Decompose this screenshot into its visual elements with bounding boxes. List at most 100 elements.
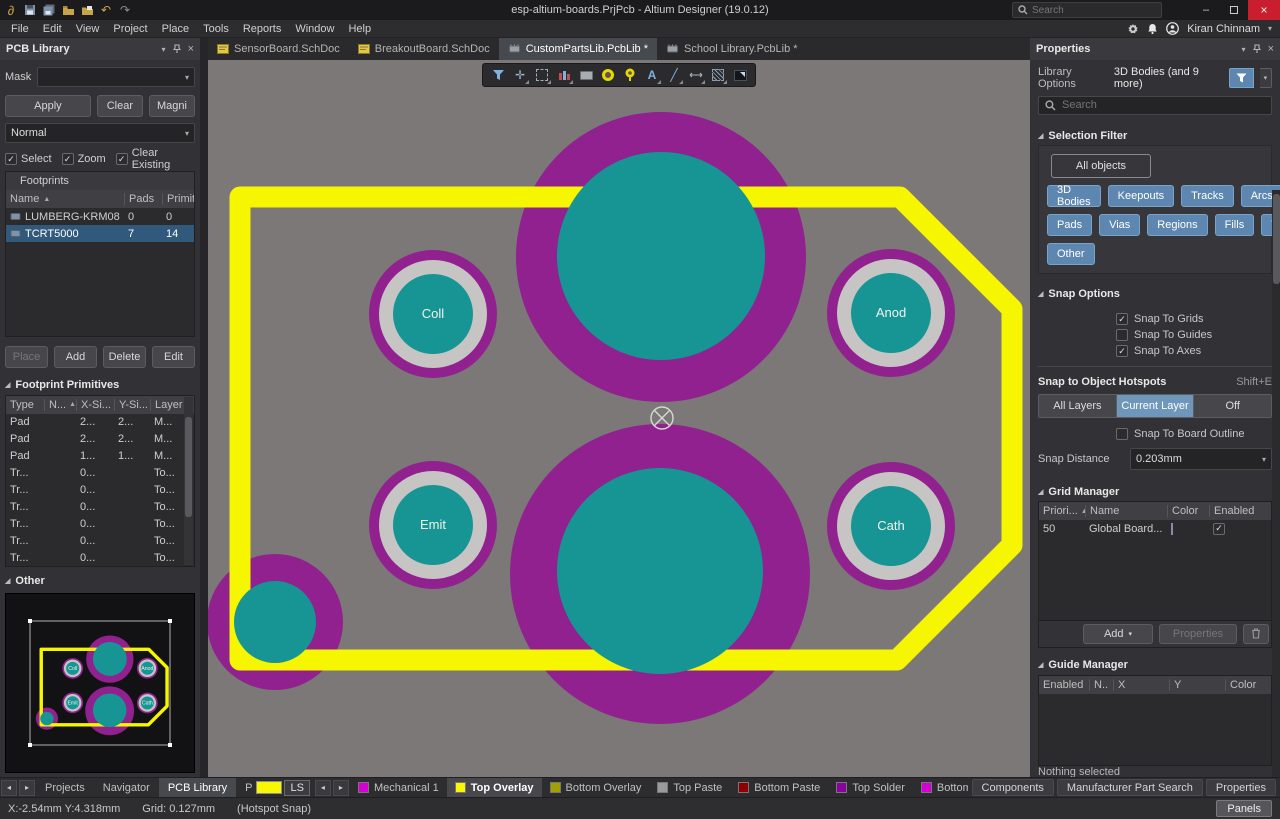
pad-cath[interactable]: Cath bbox=[837, 472, 945, 580]
guide-manager-section-header[interactable]: ◢ Guide Manager bbox=[1038, 656, 1272, 675]
filter-funnel-button[interactable] bbox=[1229, 68, 1253, 88]
grid-add-button[interactable]: Add▾ bbox=[1083, 624, 1153, 644]
guide-manager-header[interactable]: Enabled N.. X Y Color bbox=[1039, 676, 1271, 694]
mask-dropdown[interactable]: ▾ bbox=[37, 67, 195, 87]
user-name[interactable]: Kiran Chinnam bbox=[1187, 23, 1260, 35]
layer-mechanical-1[interactable]: Mechanical 1 bbox=[350, 778, 447, 798]
grid-color-swatch[interactable] bbox=[1171, 523, 1173, 535]
layer-top-solder[interactable]: Top Solder bbox=[828, 778, 913, 798]
panel-pin-icon[interactable] bbox=[1253, 44, 1261, 54]
menu-place[interactable]: Place bbox=[155, 20, 197, 38]
clear-existing-checkbox[interactable]: ✓ bbox=[116, 153, 128, 165]
panel-pin-icon[interactable] bbox=[173, 44, 181, 54]
open-folder-icon[interactable] bbox=[61, 3, 75, 17]
minimize-button[interactable]: – bbox=[1192, 0, 1220, 20]
menu-file[interactable]: File bbox=[4, 20, 36, 38]
panel-tab-truncated[interactable]: P bbox=[236, 778, 254, 798]
panel-tab-components[interactable]: Components bbox=[972, 779, 1054, 796]
snap-options-section-header[interactable]: ◢ Snap Options bbox=[1038, 284, 1272, 303]
footprint-primitives-section-header[interactable]: ◢ Footprint Primitives bbox=[5, 375, 195, 395]
user-menu-chevron-icon[interactable]: ▾ bbox=[1268, 24, 1272, 33]
menu-edit[interactable]: Edit bbox=[36, 20, 69, 38]
zoom-checkbox[interactable]: ✓ bbox=[62, 153, 74, 165]
grid-delete-button[interactable] bbox=[1243, 624, 1269, 644]
filter-chip-regions[interactable]: Regions bbox=[1147, 214, 1207, 236]
panel-tab-pcb-library[interactable]: PCB Library bbox=[159, 778, 236, 798]
filter-chip-tracks[interactable]: Tracks bbox=[1181, 185, 1234, 207]
via-tool-icon[interactable] bbox=[621, 66, 639, 84]
magnify-button[interactable]: Magni bbox=[149, 95, 195, 117]
grid-row-global-board[interactable]: 50 Global Board... ✓ bbox=[1039, 520, 1271, 537]
scrollbar-thumb[interactable] bbox=[185, 417, 192, 517]
all-objects-button[interactable]: All objects bbox=[1051, 154, 1151, 178]
filter-chip-3d-bodies[interactable]: 3D Bodies bbox=[1047, 185, 1101, 207]
filter-chip-vias[interactable]: Vias bbox=[1099, 214, 1140, 236]
primitives-table-header[interactable]: Type N...▲ X-Si... Y-Si... Layer bbox=[6, 396, 194, 414]
undo-icon[interactable]: ↶ bbox=[99, 3, 113, 17]
user-avatar-icon[interactable] bbox=[1166, 22, 1179, 35]
layers-right-arrow[interactable]: ▸ bbox=[333, 780, 349, 796]
layer-bottom-solder[interactable]: Bottom Solder bbox=[913, 778, 968, 798]
layer-top-paste[interactable]: Top Paste bbox=[649, 778, 730, 798]
menu-reports[interactable]: Reports bbox=[236, 20, 289, 38]
menu-view[interactable]: View bbox=[69, 20, 107, 38]
align-tool-icon[interactable] bbox=[555, 66, 573, 84]
footprints-table-header[interactable]: Name▲ Pads Primiti... bbox=[6, 190, 194, 208]
area-select-icon[interactable] bbox=[533, 66, 551, 84]
segment-current-layer[interactable]: Current Layer bbox=[1116, 395, 1194, 417]
filter-dropdown-button[interactable]: ▾ bbox=[1260, 68, 1272, 88]
select-checkbox[interactable]: ✓ bbox=[5, 153, 17, 165]
snap-distance-dropdown[interactable]: 0.203mm▾ bbox=[1130, 448, 1272, 470]
edit-button[interactable]: Edit bbox=[152, 346, 195, 368]
pcb-editor-canvas[interactable]: Coll Anod Emit Cath bbox=[208, 60, 1030, 777]
save-icon[interactable] bbox=[23, 3, 37, 17]
primitive-row[interactable]: Pad2...2...M... bbox=[6, 414, 194, 431]
board-shape-icon[interactable] bbox=[731, 66, 749, 84]
snap-to-axes-checkbox[interactable]: ✓ bbox=[1116, 345, 1128, 357]
panel-splitter[interactable] bbox=[200, 38, 208, 60]
layer-bottom-overlay[interactable]: Bottom Overlay bbox=[542, 778, 650, 798]
global-search-input[interactable] bbox=[1032, 5, 1142, 16]
tab-school-library-pcblib[interactable]: School Library.PcbLib * bbox=[657, 38, 807, 60]
clear-button[interactable]: Clear bbox=[97, 95, 143, 117]
primitive-row[interactable]: Tr...0...To... bbox=[6, 465, 194, 482]
grid-manager-header[interactable]: Priori...▲ Name Color Enabled bbox=[1039, 502, 1271, 520]
notifications-bell-icon[interactable] bbox=[1147, 23, 1158, 35]
vertical-splitter[interactable] bbox=[200, 60, 208, 777]
panel-close-icon[interactable]: × bbox=[188, 43, 194, 55]
filter-chip-other[interactable]: Other bbox=[1047, 243, 1095, 265]
filter-chip-keepouts[interactable]: Keepouts bbox=[1108, 185, 1174, 207]
grid-enabled-checkbox[interactable]: ✓ bbox=[1213, 523, 1225, 535]
footprint-row-lumberg[interactable]: LUMBERG-KRM08 0 0 bbox=[6, 208, 194, 225]
dimension-tool-icon[interactable] bbox=[687, 66, 705, 84]
filter-chip-pads[interactable]: Pads bbox=[1047, 214, 1092, 236]
string-tool-icon[interactable]: A bbox=[643, 66, 661, 84]
active-layer-swatch[interactable] bbox=[256, 781, 282, 794]
pad-tool-icon[interactable] bbox=[599, 66, 617, 84]
primitive-row[interactable]: Tr...0...To... bbox=[6, 482, 194, 499]
snap-to-guides-checkbox[interactable] bbox=[1116, 329, 1128, 341]
add-button[interactable]: Add bbox=[54, 346, 97, 368]
segment-off[interactable]: Off bbox=[1193, 395, 1271, 417]
mode-dropdown[interactable]: Normal▾ bbox=[5, 123, 195, 143]
properties-scrollbar[interactable] bbox=[1272, 190, 1280, 777]
apply-button[interactable]: Apply bbox=[5, 95, 91, 117]
selection-filter-icon[interactable] bbox=[489, 66, 507, 84]
snap-to-board-outline-checkbox[interactable] bbox=[1116, 428, 1128, 440]
line-tool-icon[interactable]: ╱ bbox=[665, 66, 683, 84]
scrollbar-thumb[interactable] bbox=[1273, 194, 1280, 284]
footprint-preview[interactable]: Coll Anod Emit Cath bbox=[5, 593, 195, 773]
settings-gear-icon[interactable] bbox=[1127, 23, 1139, 35]
layer-set-button[interactable]: LS bbox=[284, 780, 309, 796]
tab-breakoutboard-schdoc[interactable]: BreakoutBoard.SchDoc bbox=[349, 38, 499, 60]
panel-close-icon[interactable]: × bbox=[1268, 43, 1274, 55]
footprints-empty-area[interactable] bbox=[6, 242, 194, 336]
component-tool-icon[interactable] bbox=[577, 66, 595, 84]
segment-all-layers[interactable]: All Layers bbox=[1039, 395, 1116, 417]
delete-button[interactable]: Delete bbox=[103, 346, 146, 368]
menu-tools[interactable]: Tools bbox=[196, 20, 236, 38]
grid-manager-section-header[interactable]: ◢ Grid Manager bbox=[1038, 482, 1272, 501]
primitive-row[interactable]: Tr...0...To... bbox=[6, 515, 194, 532]
primitive-row[interactable]: Pad1...1...M... bbox=[6, 448, 194, 465]
panel-tab-projects[interactable]: Projects bbox=[36, 778, 94, 798]
